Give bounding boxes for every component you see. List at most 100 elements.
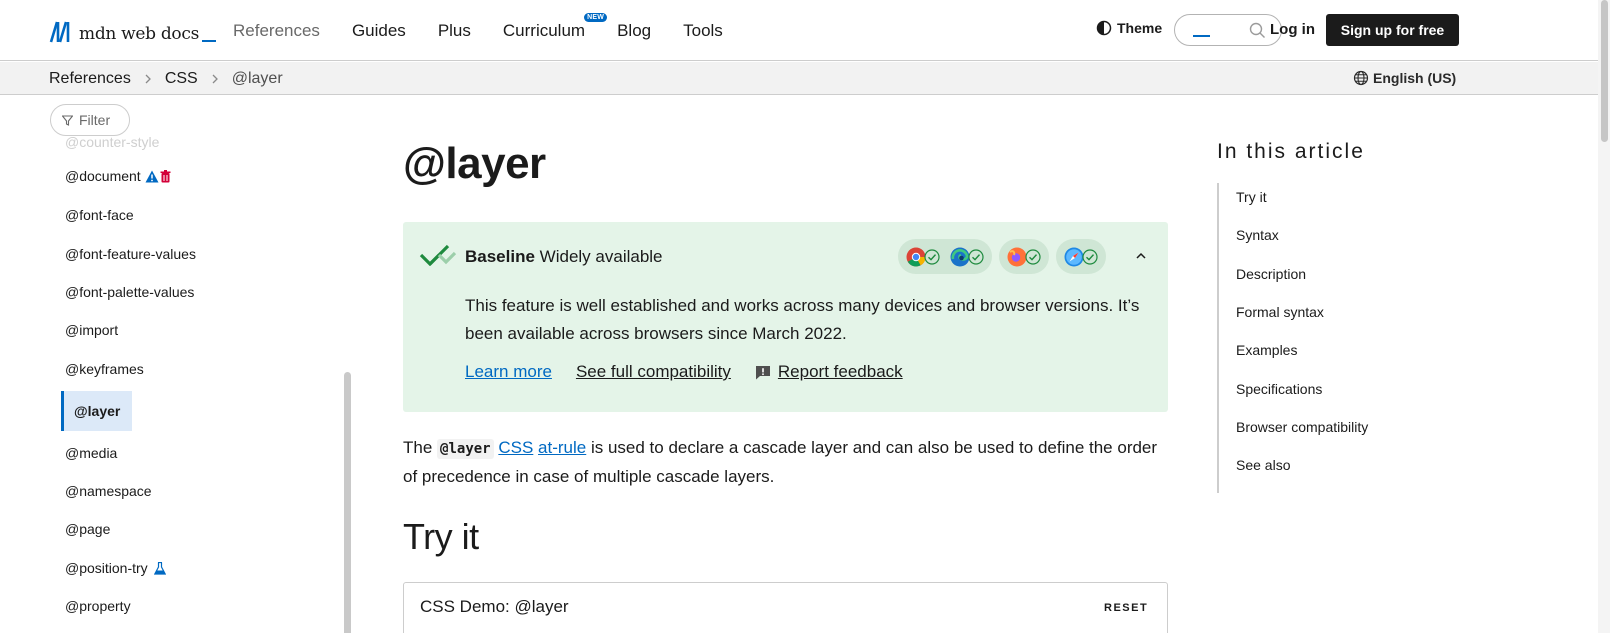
mdn-logo-icon bbox=[49, 21, 70, 43]
toc-rail bbox=[1217, 183, 1219, 493]
filter-label: Filter bbox=[79, 112, 111, 128]
login-link[interactable]: Log in bbox=[1270, 21, 1315, 38]
baseline-status: Widely available bbox=[539, 247, 663, 266]
toc-item-browser-compatibility[interactable]: Browser compatibility bbox=[1236, 419, 1368, 435]
sidebar-item-import[interactable]: @import bbox=[65, 322, 118, 338]
page-title: @layer bbox=[403, 139, 546, 188]
baseline-panel: Baseline Widely available This feature i… bbox=[403, 222, 1168, 412]
toc-item-see-also[interactable]: See also bbox=[1236, 457, 1290, 473]
chevron-right-icon bbox=[212, 74, 218, 83]
search-caret bbox=[1193, 35, 1210, 37]
toc-item-try-it[interactable]: Try it bbox=[1236, 189, 1267, 205]
css-demo-panel: CSS Demo: @layer RESET bbox=[403, 582, 1168, 633]
sidebar-item-document[interactable]: @document bbox=[65, 168, 171, 184]
baseline-links: Learn more See full compatibility Report… bbox=[465, 362, 927, 382]
baseline-check-icon bbox=[419, 244, 457, 266]
warning-icon bbox=[145, 170, 159, 182]
theme-icon bbox=[1096, 20, 1112, 36]
sidebar-item-font-face[interactable]: @font-face bbox=[65, 207, 134, 223]
sidebar-item-namespace[interactable]: @namespace bbox=[65, 483, 152, 499]
baseline-heading: Baseline Widely available bbox=[465, 247, 663, 267]
sidebar: Filter @counter-style @document @font-fa… bbox=[0, 96, 360, 633]
sidebar-item-font-feature-values[interactable]: @font-feature-values bbox=[65, 246, 196, 262]
firefox-icon bbox=[1007, 247, 1027, 266]
toc-item-description[interactable]: Description bbox=[1236, 266, 1306, 282]
sidebar-item-keyframes[interactable]: @keyframes bbox=[65, 361, 144, 377]
search-icon[interactable] bbox=[1249, 22, 1266, 39]
sidebar-scrollbar[interactable] bbox=[344, 372, 351, 633]
menu-item-guides[interactable]: Guides bbox=[352, 21, 406, 41]
toc-title: In this article bbox=[1217, 140, 1365, 163]
filter-button[interactable]: Filter bbox=[50, 104, 130, 136]
intro-code: @layer bbox=[437, 439, 494, 459]
supported-check-icon bbox=[968, 248, 984, 265]
menu-item-tools[interactable]: Tools bbox=[683, 21, 723, 41]
intro-text-1: The bbox=[403, 438, 438, 457]
page-scrollbar-thumb[interactable] bbox=[1601, 0, 1608, 142]
toc-item-specifications[interactable]: Specifications bbox=[1236, 381, 1322, 397]
main-menu: References Guides Plus Curriculum NEW Bl… bbox=[233, 0, 755, 61]
menu-item-blog[interactable]: Blog bbox=[617, 21, 651, 41]
language-label: English (US) bbox=[1373, 70, 1457, 86]
toc-item-examples[interactable]: Examples bbox=[1236, 342, 1297, 358]
sidebar-item-label: @position-try bbox=[65, 560, 148, 576]
mdn-logo[interactable]: mdn web docs bbox=[49, 18, 217, 44]
browser-pill-firefox bbox=[999, 239, 1049, 274]
theme-label: Theme bbox=[1117, 20, 1163, 36]
filter-icon bbox=[62, 114, 73, 126]
baseline-description: This feature is well established and wor… bbox=[465, 296, 1140, 343]
breadcrumb: References CSS @layer bbox=[49, 62, 283, 95]
sidebar-item-position-try[interactable]: @position-try bbox=[65, 560, 166, 576]
experimental-flask-icon bbox=[153, 561, 166, 575]
breadcrumb-bar: References CSS @layer English (US) bbox=[0, 62, 1598, 95]
feedback-icon bbox=[755, 365, 770, 379]
toc-item-syntax[interactable]: Syntax bbox=[1236, 227, 1279, 243]
sidebar-item-label: @document bbox=[65, 168, 141, 184]
search-input[interactable] bbox=[1174, 14, 1282, 46]
breadcrumb-references[interactable]: References bbox=[49, 70, 131, 88]
sidebar-item-layer[interactable]: @layer bbox=[61, 391, 132, 431]
globe-icon bbox=[1353, 70, 1369, 86]
edge-icon bbox=[950, 247, 970, 266]
top-navigation: mdn web docs References Guides Plus Curr… bbox=[0, 0, 1598, 61]
logo-text: mdn web docs bbox=[79, 24, 200, 44]
supported-check-icon bbox=[1082, 248, 1098, 265]
intro-paragraph: The @layer CSS at-rule is used to declar… bbox=[403, 434, 1168, 491]
supported-check-icon bbox=[1025, 248, 1041, 265]
reset-button[interactable]: RESET bbox=[1104, 602, 1148, 614]
menu-item-plus[interactable]: Plus bbox=[438, 21, 471, 41]
chrome-icon bbox=[906, 247, 926, 266]
browser-pill-chrome-edge bbox=[898, 239, 992, 274]
chevron-up-icon[interactable] bbox=[1135, 250, 1147, 262]
sidebar-item-media[interactable]: @media bbox=[65, 445, 117, 461]
sidebar-item-faded[interactable]: @counter-style bbox=[65, 134, 159, 150]
full-compatibility-link[interactable]: See full compatibility bbox=[576, 362, 731, 382]
report-feedback-link[interactable]: Report feedback bbox=[778, 362, 903, 382]
sidebar-item-page[interactable]: @page bbox=[65, 521, 110, 537]
signup-button[interactable]: Sign up for free bbox=[1326, 14, 1459, 46]
breadcrumb-css[interactable]: CSS bbox=[165, 70, 198, 88]
logo-underscore bbox=[202, 40, 217, 42]
sidebar-item-property[interactable]: @property bbox=[65, 598, 131, 614]
css-link[interactable]: CSS bbox=[498, 438, 533, 457]
try-it-heading: Try it bbox=[403, 516, 479, 557]
menu-item-curriculum-label: Curriculum bbox=[502, 20, 586, 40]
new-badge: NEW bbox=[584, 12, 608, 22]
theme-button[interactable]: Theme bbox=[1096, 20, 1162, 36]
at-rule-link[interactable]: at-rule bbox=[538, 438, 586, 457]
sidebar-item-font-palette-values[interactable]: @font-palette-values bbox=[65, 284, 194, 300]
toc-item-formal-syntax[interactable]: Formal syntax bbox=[1236, 304, 1324, 320]
breadcrumb-current[interactable]: @layer bbox=[232, 70, 283, 88]
demo-title: CSS Demo: @layer bbox=[420, 597, 569, 616]
baseline-label: Baseline bbox=[465, 247, 535, 266]
browser-support bbox=[898, 239, 1113, 274]
safari-icon bbox=[1064, 247, 1084, 266]
menu-item-curriculum[interactable]: Curriculum NEW bbox=[502, 12, 608, 41]
browser-pill-safari bbox=[1056, 239, 1106, 274]
language-switcher[interactable]: English (US) bbox=[1353, 70, 1456, 86]
trash-icon bbox=[160, 169, 171, 182]
supported-check-icon bbox=[924, 248, 940, 265]
chevron-right-icon bbox=[145, 74, 151, 83]
menu-item-references[interactable]: References bbox=[233, 21, 320, 41]
learn-more-link[interactable]: Learn more bbox=[465, 362, 552, 382]
